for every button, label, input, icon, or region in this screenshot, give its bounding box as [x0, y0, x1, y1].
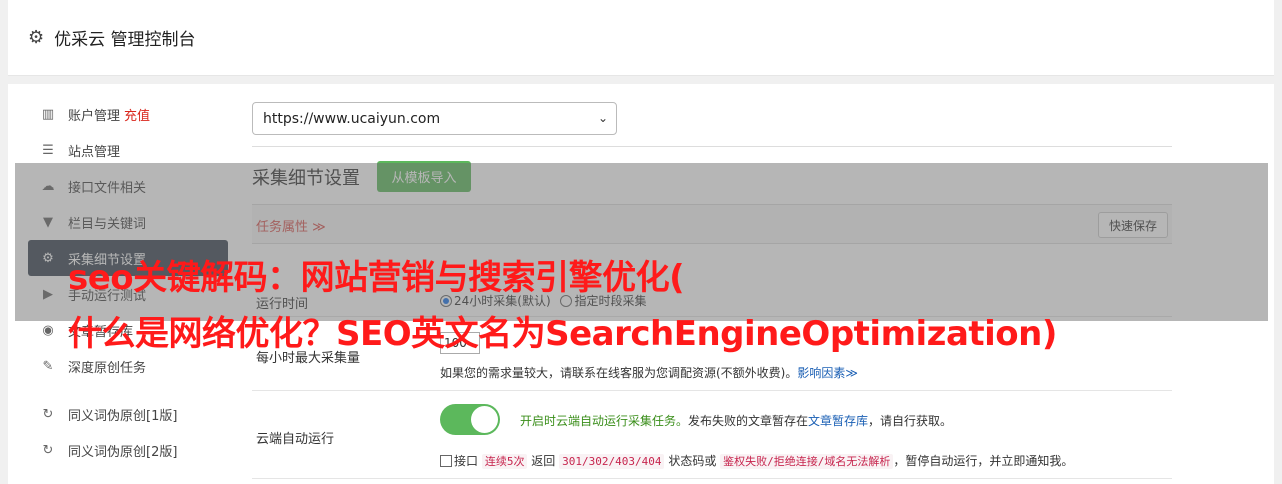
- cloud-auto-pause-rule: 接口 连续5次 返回 301/302/403/404 状态码或 鉴权失败/拒绝连…: [440, 452, 1073, 469]
- overlay-caption: seo关键解码：网站营销与搜索引擎优化( 什么是网络优化？SEO英文名为Sear…: [68, 250, 1248, 362]
- sidebar-item-account[interactable]: ▥ 账户管理 充值: [28, 96, 228, 132]
- site-select[interactable]: https://www.ucaiyun.com ⌄: [252, 102, 617, 135]
- gear-icon: ⚙: [28, 26, 45, 48]
- overlay-line-2: 什么是网络优化？SEO英文名为SearchEngineOptimization): [68, 314, 1057, 354]
- page-title: 优采云 管理控制台: [54, 30, 196, 50]
- sidebar-item-label: 同义词伪原创[1版]: [68, 408, 178, 424]
- sidebar-item-synonym-v2[interactable]: ↻ 同义词伪原创[2版]: [28, 432, 228, 468]
- sidebar-item-label: 站点管理: [68, 144, 121, 160]
- factors-link[interactable]: 影响因素≫: [797, 366, 858, 380]
- cloud-auto-toggle[interactable]: [440, 404, 500, 435]
- page-header: ⚙ 优采云 管理控制台: [8, 0, 1274, 76]
- recharge-link[interactable]: 充值: [124, 105, 150, 124]
- sidebar-item-synonym-v1[interactable]: ↻ 同义词伪原创[1版]: [28, 396, 228, 432]
- database-icon: ◉: [42, 322, 54, 338]
- server-icon: ☰: [42, 142, 54, 158]
- row-divider: [252, 390, 1172, 391]
- article-store-link[interactable]: 文章暂存库: [808, 414, 868, 428]
- refresh-icon: ↻: [42, 406, 54, 422]
- sidebar-item-label: 账户管理: [68, 108, 121, 124]
- row-divider: [252, 478, 1172, 479]
- sidebar-item-label: 同义词伪原创[2版]: [68, 444, 178, 460]
- bar-chart-icon: ▥: [41, 106, 55, 122]
- edit-icon: ✎: [42, 358, 54, 374]
- overlay-line-1: seo关键解码：网站营销与搜索引擎优化(: [68, 258, 685, 298]
- refresh-icon: ↻: [42, 442, 54, 458]
- pause-checkbox[interactable]: 接口: [440, 454, 478, 468]
- divider: [252, 146, 1172, 147]
- chevron-down-icon: ⌄: [597, 111, 608, 125]
- cloud-auto-label: 云端自动运行: [256, 432, 335, 447]
- checkbox-icon: [440, 455, 452, 467]
- site-select-value: https://www.ucaiyun.com: [263, 110, 441, 127]
- cloud-auto-desc: 开启时云端自动运行采集任务。发布失败的文章暂存在文章暂存库，请自行获取。: [520, 414, 953, 428]
- hourly-max-note: 如果您的需求量较大，请联系在线客服为您调配资源(不额外收费)。影响因素≫: [440, 366, 858, 380]
